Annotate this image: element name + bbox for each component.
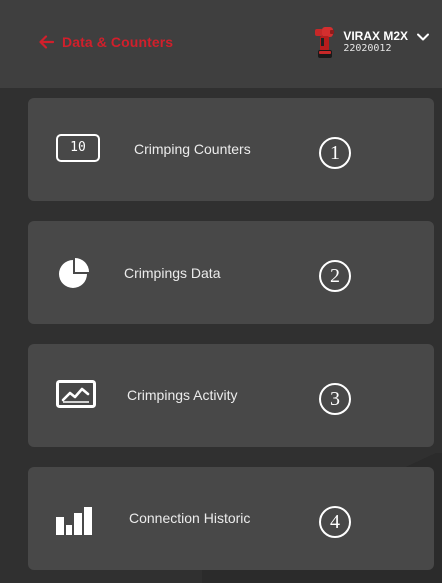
pie-chart-icon bbox=[59, 258, 89, 288]
activity-chart-icon bbox=[56, 380, 96, 408]
arrow-left-icon[interactable] bbox=[38, 34, 54, 50]
counter-icon: 10 bbox=[56, 134, 100, 166]
page-title: Data & Counters bbox=[62, 34, 174, 50]
app-header: Data & Counters VIRAX M2X 22020012 bbox=[0, 0, 442, 88]
menu-item-number: 1 bbox=[319, 137, 351, 169]
menu-item-crimpings-activity[interactable]: Crimpings Activity 3 bbox=[28, 344, 434, 447]
menu-item-crimping-counters[interactable]: 10 Crimping Counters 1 bbox=[28, 98, 434, 201]
menu-item-number: 4 bbox=[319, 506, 351, 538]
counter-icon-value: 10 bbox=[56, 134, 100, 162]
menu-item-label: Crimpings Activity bbox=[127, 387, 238, 403]
chevron-down-icon[interactable] bbox=[416, 30, 430, 44]
menu-item-number: 3 bbox=[319, 383, 351, 415]
menu-item-label: Connection Historic bbox=[129, 510, 251, 526]
menu-item-label: Crimping Counters bbox=[134, 141, 251, 157]
menu-item-number: 2 bbox=[319, 260, 351, 292]
device-name: VIRAX M2X bbox=[343, 29, 408, 43]
device-selector[interactable]: VIRAX M2X 22020012 bbox=[313, 24, 430, 64]
menu-item-label: Crimpings Data bbox=[124, 265, 221, 281]
menu-item-connection-historic[interactable]: Connection Historic 4 bbox=[28, 467, 434, 570]
data-counters-screen: Data & Counters VIRAX M2X 22020012 10 Cr… bbox=[0, 0, 442, 583]
bar-chart-icon bbox=[56, 507, 92, 535]
device-serial: 22020012 bbox=[343, 43, 392, 54]
menu-item-crimpings-data[interactable]: Crimpings Data 2 bbox=[28, 221, 434, 324]
crimping-tool-icon bbox=[315, 27, 335, 58]
